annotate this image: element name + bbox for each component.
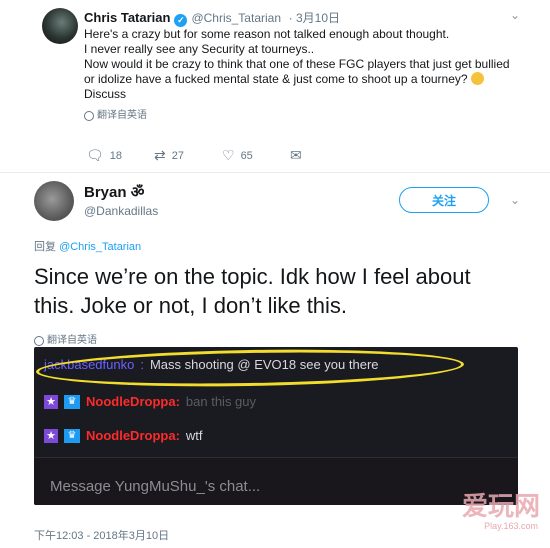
tweet-timestamp[interactable]: 下午12:03 - 2018年3月10日 <box>34 527 169 543</box>
avatar[interactable] <box>42 8 78 44</box>
like-count: 65 <box>240 149 253 162</box>
reply-author-name[interactable]: Bryan ॐ <box>84 182 144 202</box>
replying-to-link[interactable]: @Chris_Tatarian <box>59 241 141 253</box>
tweet-line: Here's a crazy but for some reason not t… <box>84 27 450 41</box>
message-button[interactable]: ✉ <box>290 147 358 164</box>
translate-label[interactable]: 翻译自英语 <box>97 108 147 123</box>
tweet-line: Discuss <box>84 87 127 101</box>
reply-line: this. Joke or not, I don’t like this. <box>34 293 348 318</box>
divider <box>0 172 550 173</box>
chat-text: wtf <box>185 428 203 443</box>
reply-author-handle[interactable]: @Dankadillas <box>84 204 158 218</box>
watermark-sub: Play.163.com <box>484 521 538 531</box>
tweet-author[interactable]: Chris Tatarian ✓ @Chris_Tatarian · 3月10日 <box>84 9 340 27</box>
reply-button[interactable]: 🗨︎ 18 <box>86 147 154 164</box>
retweet-count: 27 <box>171 149 184 162</box>
chat-message-input: Message YungMuShu_'s chat... <box>34 457 518 505</box>
reply-text: Since we’re on the topic. Idk how I feel… <box>34 262 524 355</box>
tweet-line: Now would it be crazy to think that one … <box>84 57 510 71</box>
globe-icon <box>84 110 94 121</box>
reply-line: Since we’re on the topic. Idk how I feel… <box>34 264 471 289</box>
replying-to: 回复 @Chris_Tatarian <box>34 241 142 253</box>
highlight-ellipse <box>35 347 465 390</box>
star-badge-icon: ★ <box>44 394 58 409</box>
crown-badge-icon: ♛ <box>64 428 80 443</box>
retweet-button[interactable]: ⇄ 27 <box>154 147 222 164</box>
chat-username: NoodleDroppa <box>86 394 176 409</box>
follow-button[interactable]: 关注 <box>399 187 489 213</box>
translate-link[interactable]: 翻译自英语 <box>84 108 524 123</box>
author-name[interactable]: Chris Tatarian <box>84 10 170 25</box>
tweet-text: Here's a crazy but for some reason not t… <box>84 27 524 123</box>
heart-icon: ♡ <box>222 147 235 163</box>
retweet-icon: ⇄ <box>154 147 166 163</box>
star-badge-icon: ★ <box>44 428 58 443</box>
verified-badge-icon: ✓ <box>174 14 188 27</box>
globe-icon <box>34 335 44 346</box>
like-button[interactable]: ♡ 65 <box>222 147 290 164</box>
chevron-down-icon[interactable]: ⌄ <box>510 8 520 22</box>
crown-badge-icon: ♛ <box>64 394 80 409</box>
author-handle[interactable]: @Chris_Tatarian <box>191 11 281 25</box>
chat-text: ban this guy <box>185 394 257 409</box>
tweet-date[interactable]: · 3月10日 <box>289 11 340 25</box>
tweet-line: I never really see any Security at tourn… <box>84 42 315 56</box>
envelope-icon: ✉ <box>290 147 302 163</box>
thinking-emoji-icon <box>470 72 484 85</box>
chat-message: ★ ♛ NoodleDroppa: wtf <box>44 428 203 443</box>
reply-icon: 🗨︎ <box>86 147 104 163</box>
watermark-logo: 爱玩网 <box>461 491 540 521</box>
avatar[interactable] <box>34 181 74 221</box>
chat-username: NoodleDroppa <box>86 428 176 443</box>
tweet-line: or idolize have a fucked mental state & … <box>84 72 524 87</box>
embedded-chat-image[interactable]: jackbasedfunko: Mass shooting @ EVO18 se… <box>34 347 518 505</box>
om-symbol: ॐ <box>130 184 145 201</box>
chat-message: ★ ♛ NoodleDroppa: ban this guy <box>44 394 256 409</box>
tweet-actions: 🗨︎ 18 ⇄ 27 ♡ 65 ✉ <box>86 147 358 164</box>
reply-count: 18 <box>109 149 123 162</box>
chevron-down-icon[interactable]: ⌄ <box>510 193 520 207</box>
